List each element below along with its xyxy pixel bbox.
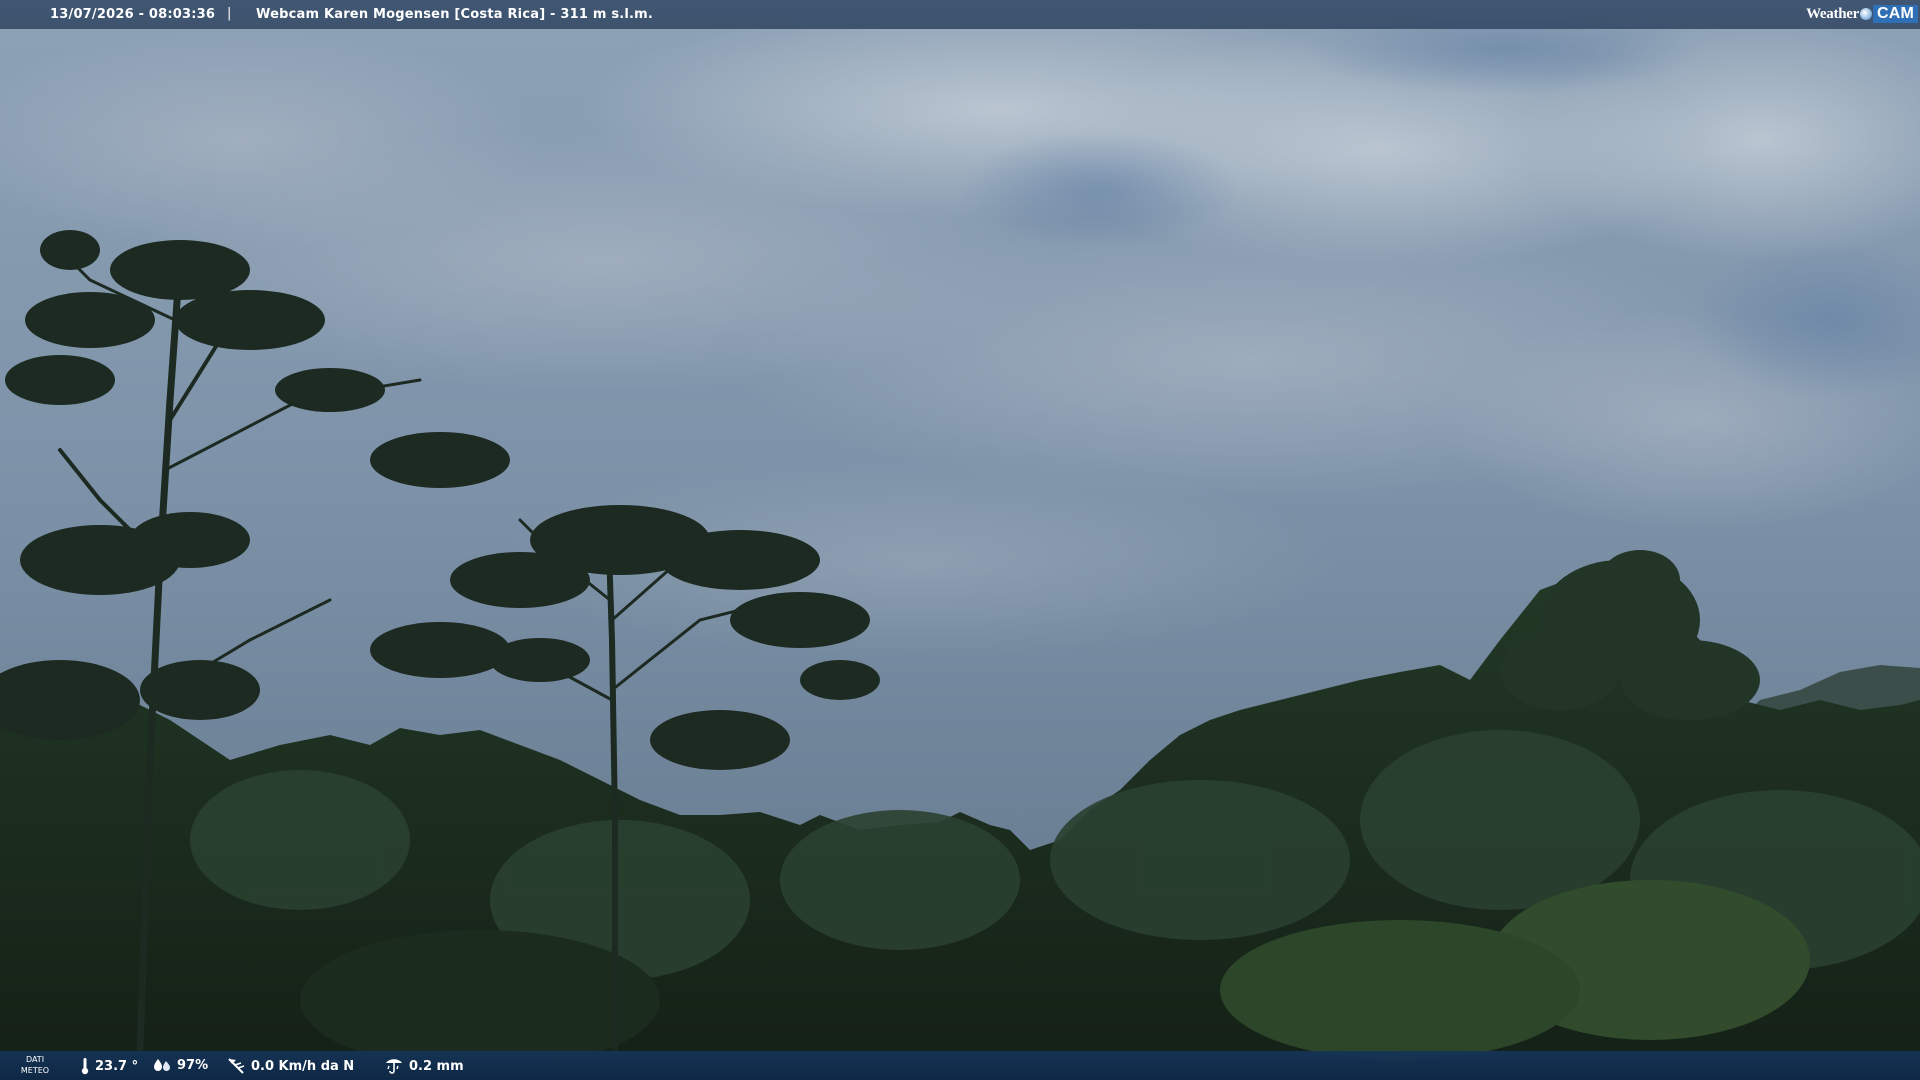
globe-icon (1859, 8, 1872, 20)
meteo-data-label: DATI METEO (18, 1054, 52, 1076)
wind-reading: 0.0 Km/h da N (226, 1057, 354, 1075)
logo-weather-text: Weather (1806, 5, 1859, 22)
meteo-label-line1: DATI (25, 1055, 45, 1064)
rain-gauge-icon (386, 1059, 402, 1074)
weathercam-logo[interactable]: Weather CAM (1806, 2, 1918, 26)
webcam-frame: 13/07/2026 - 08:03:36 | Webcam Karen Mog… (0, 0, 1920, 1080)
thermometer-icon (81, 1058, 89, 1075)
logo-cam-text: CAM (1872, 5, 1918, 23)
timestamp: 13/07/2026 - 08:03:36 (50, 7, 216, 22)
humidity-value: 97% (177, 1057, 209, 1073)
header-separator: | (227, 6, 232, 21)
info-header: 13/07/2026 - 08:03:36 | Webcam Karen Mog… (0, 0, 1920, 29)
wind-value: 0.0 Km/h da N (251, 1058, 355, 1074)
rain-value: 0.2 mm (409, 1058, 464, 1074)
humidity-reading: 97% (152, 1057, 208, 1073)
webcam-title: Webcam Karen Mogensen [Costa Rica] - 311… (256, 7, 654, 22)
humidity-icon (154, 1059, 170, 1071)
rain-reading: 0.2 mm (384, 1057, 464, 1075)
temperature-value: 23.7 ° (95, 1058, 139, 1074)
temperature-reading: 23.7 ° (80, 1057, 138, 1075)
webcam-image (0, 0, 1920, 1080)
wind-icon (228, 1058, 245, 1074)
meteo-label-line2: METEO (20, 1066, 50, 1075)
weather-data-footer: DATI METEO 23.7 ° 97% 0.0 Km/h da N 0.2 … (0, 1051, 1920, 1080)
